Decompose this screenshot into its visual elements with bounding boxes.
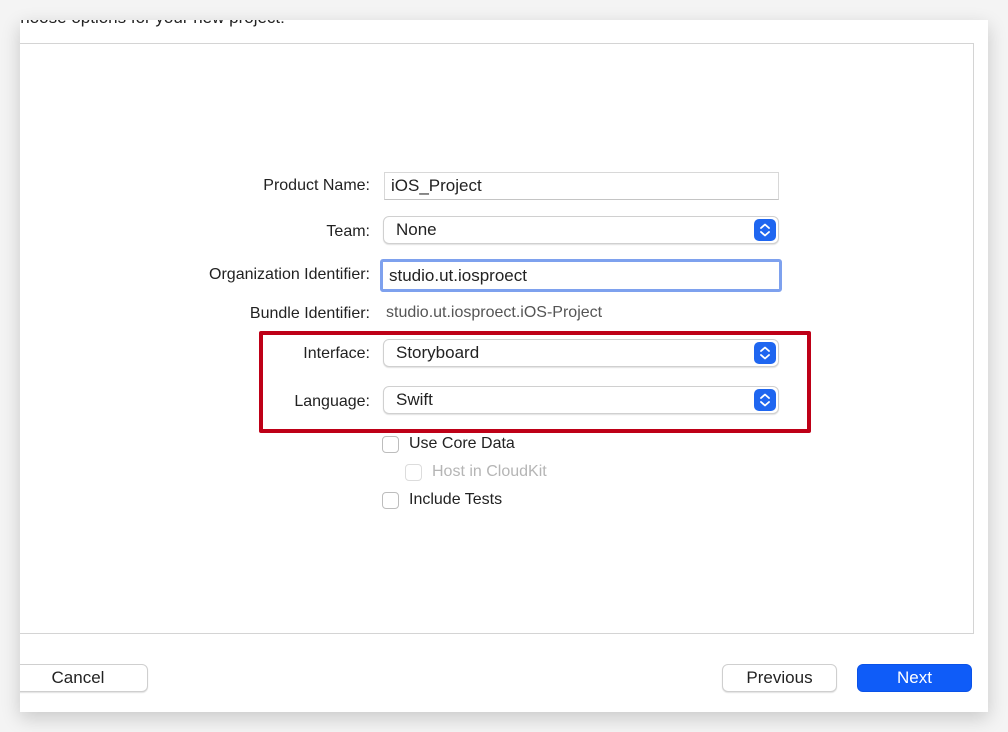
interface-value: Storyboard (396, 343, 480, 362)
use-core-data-checkbox[interactable]: Use Core Data (382, 435, 515, 453)
team-value: None (396, 220, 437, 239)
checkbox-icon (382, 491, 399, 509)
product-name-label: Product Name: (263, 177, 370, 194)
bundle-identifier-label: Bundle Identifier: (249, 305, 370, 322)
product-name-value: iOS_Project (391, 176, 482, 195)
next-button[interactable]: Next (857, 664, 972, 692)
checkbox-icon (405, 463, 422, 481)
include-tests-checkbox[interactable]: Include Tests (382, 491, 502, 509)
chevron-up-down-icon (754, 342, 776, 364)
language-value: Swift (396, 390, 433, 409)
host-in-cloudkit-label: Host in CloudKit (432, 463, 547, 480)
dialog-title: Choose options for your new project: (20, 20, 285, 28)
organization-identifier-label: Organization Identifier: (209, 266, 370, 283)
new-project-dialog: Choose options for your new project: Pro… (20, 20, 988, 712)
language-label: Language: (294, 393, 370, 410)
language-popup[interactable]: Swift (383, 386, 779, 414)
checkbox-icon (382, 435, 399, 453)
chevron-up-down-icon (754, 219, 776, 241)
bundle-identifier-value: studio.ut.iosproect.iOS-Project (386, 304, 603, 321)
team-popup[interactable]: None (383, 216, 779, 244)
interface-label: Interface: (303, 345, 370, 362)
include-tests-label: Include Tests (409, 491, 503, 508)
team-label: Team: (326, 223, 370, 240)
cancel-button[interactable]: Cancel (20, 664, 148, 692)
chevron-up-down-icon (754, 389, 776, 411)
organization-identifier-input[interactable]: studio.ut.iosproect (380, 259, 782, 292)
interface-popup[interactable]: Storyboard (383, 339, 779, 367)
product-name-input[interactable]: iOS_Project (384, 172, 779, 200)
organization-identifier-value: studio.ut.iosproect (389, 265, 527, 285)
previous-button[interactable]: Previous (722, 664, 837, 692)
use-core-data-label: Use Core Data (409, 435, 515, 452)
host-in-cloudkit-checkbox[interactable]: Host in CloudKit (405, 463, 547, 481)
